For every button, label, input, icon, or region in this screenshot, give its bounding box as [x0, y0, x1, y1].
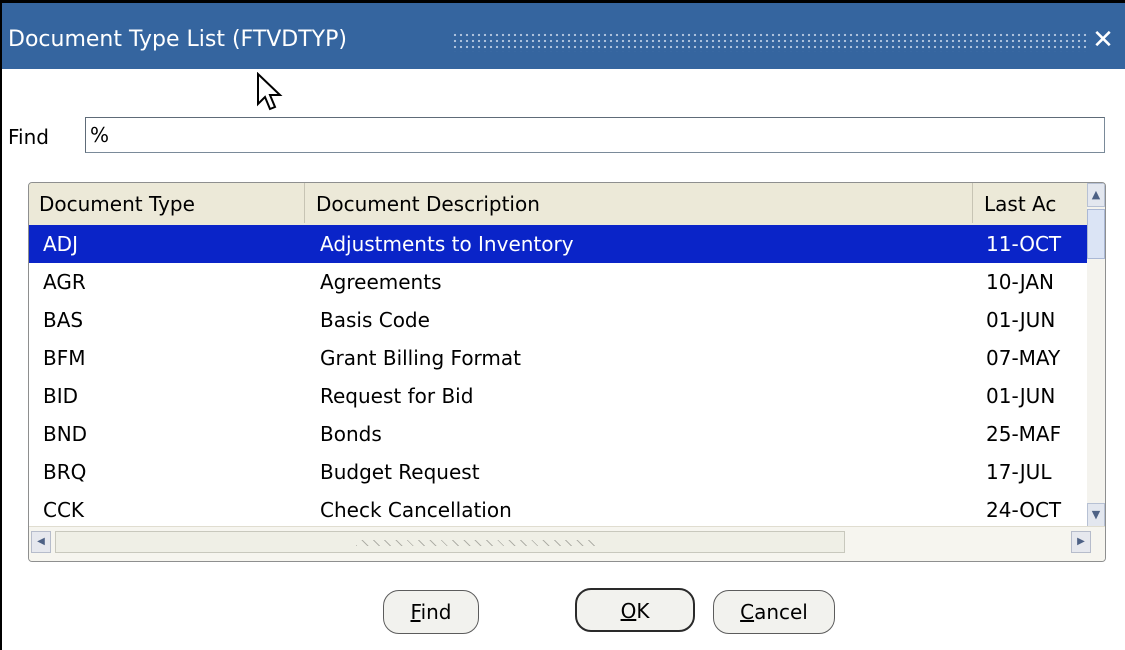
cell-last: 10-JAN — [986, 270, 1054, 294]
title-bar[interactable]: Document Type List (FTVDTYP) ✕ — [2, 3, 1125, 69]
close-icon[interactable]: ✕ — [1089, 23, 1117, 57]
find-button-mnemonic: F — [410, 600, 421, 624]
cell-last: 01-JUN — [986, 384, 1056, 408]
table-row[interactable]: CCK Check Cancellation 24-OCT — [29, 491, 1089, 529]
window-title: Document Type List (FTVDTYP) — [8, 27, 347, 52]
mouse-pointer-icon — [257, 72, 283, 111]
cell-description: Bonds — [320, 422, 382, 446]
cell-type: AGR — [43, 270, 86, 294]
cell-last: 11-OCT — [986, 232, 1062, 256]
cell-description: Budget Request — [320, 460, 480, 484]
cell-description: Agreements — [320, 270, 442, 294]
cell-type: CCK — [43, 498, 85, 522]
horizontal-scroll-thumb[interactable] — [55, 531, 845, 553]
cell-description: Basis Code — [320, 308, 430, 332]
table-row[interactable]: BRQ Budget Request 17-JUL — [29, 453, 1089, 491]
scroll-right-icon[interactable]: ▶ — [1071, 531, 1091, 553]
ok-button[interactable]: OK — [575, 588, 695, 632]
list-rows: ADJ Adjustments to Inventory 11-OCT AGR Agre… — [29, 225, 1089, 527]
scroll-grip — [356, 540, 596, 546]
column-header-document-type[interactable]: Document Type — [29, 183, 305, 223]
column-header-document-description[interactable]: Document Description — [306, 183, 973, 223]
cell-last: 24-OCT — [986, 498, 1062, 522]
find-input[interactable] — [85, 117, 1105, 153]
cell-type: BRQ — [43, 460, 87, 484]
scroll-left-icon[interactable]: ◀ — [31, 531, 51, 553]
table-row[interactable]: BAS Basis Code 01-JUN — [29, 301, 1089, 339]
cell-type: BFM — [43, 346, 86, 370]
find-button[interactable]: Find — [383, 590, 479, 634]
cell-last: 01-JUN — [986, 308, 1056, 332]
cell-description: Check Cancellation — [320, 498, 512, 522]
cell-last: 17-JUL — [986, 460, 1052, 484]
column-header-last-activity[interactable]: Last Ac — [974, 183, 1089, 223]
cell-description: Request for Bid — [320, 384, 474, 408]
scroll-up-icon[interactable]: ▲ — [1087, 183, 1105, 207]
vertical-scroll-thumb[interactable] — [1087, 209, 1105, 259]
window-left-border — [0, 0, 2, 650]
vertical-scrollbar[interactable]: ▲ ▼ — [1087, 183, 1105, 527]
horizontal-scrollbar[interactable]: ◀ ▶ — [29, 526, 1105, 561]
ok-button-mnemonic: O — [620, 599, 637, 623]
table-row[interactable]: AGR Agreements 10-JAN — [29, 263, 1089, 301]
cancel-button-mnemonic: C — [740, 600, 755, 624]
table-row[interactable]: BND Bonds 25-MAF — [29, 415, 1089, 453]
cell-type: BAS — [43, 308, 84, 332]
list-header: Document Type Document Description Last … — [29, 183, 1089, 225]
cell-type: BID — [43, 384, 79, 408]
find-button-rest: ind — [420, 600, 452, 624]
cell-type: BND — [43, 422, 88, 446]
ok-button-rest: K — [636, 599, 650, 623]
cancel-button[interactable]: Cancel — [713, 590, 835, 634]
scroll-down-icon[interactable]: ▼ — [1087, 503, 1105, 527]
cell-last: 07-MAY — [986, 346, 1061, 370]
cell-last: 25-MAF — [986, 422, 1062, 446]
table-row[interactable]: ADJ Adjustments to Inventory 11-OCT — [29, 225, 1089, 263]
title-bar-grip — [452, 32, 1090, 52]
table-row[interactable]: BID Request for Bid 01-JUN — [29, 377, 1089, 415]
cancel-button-rest: ancel — [754, 600, 808, 624]
cell-description: Grant Billing Format — [320, 346, 522, 370]
document-type-list[interactable]: Document Type Document Description Last … — [28, 182, 1106, 562]
cell-description: Adjustments to Inventory — [320, 232, 574, 256]
table-row[interactable]: BFM Grant Billing Format 07-MAY — [29, 339, 1089, 377]
find-label: Find — [8, 125, 49, 149]
cell-type: ADJ — [43, 232, 78, 256]
